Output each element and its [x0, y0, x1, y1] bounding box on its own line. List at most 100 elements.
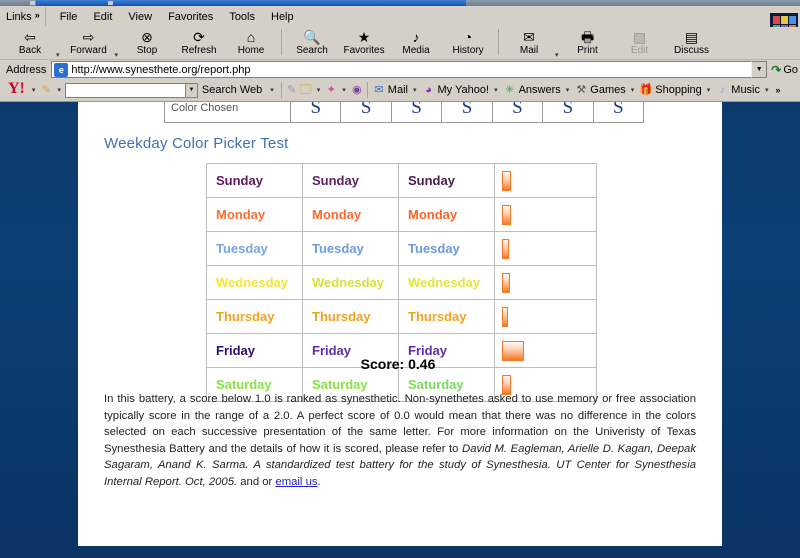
table-row: Tuesday Tuesday Tuesday [206, 231, 597, 266]
difference-bar-cell [494, 299, 597, 334]
address-dropdown-button[interactable]: ▼ [751, 61, 768, 78]
yahoo-toolbar-item-answers[interactable]: ✳ Answers [502, 83, 562, 97]
score-label: Score: 0.46 [360, 356, 436, 372]
chevron-down-icon[interactable]: ▾ [703, 86, 715, 94]
favorites-icon: ★ [357, 29, 371, 45]
toolbar-button-favorites[interactable]: ★ Favorites [338, 27, 390, 56]
menu-item-tools[interactable]: Tools [221, 9, 263, 25]
links-button[interactable]: Links » [0, 7, 46, 26]
yahoo-toolbar-item-mail[interactable]: ✉ Mail [371, 83, 409, 97]
yahoo-toolbar-item-label: My Yahoo! [437, 84, 490, 96]
mail-icon: ✉ [523, 29, 535, 45]
toolbar-button-label: Refresh [181, 45, 217, 56]
toolbar-button-label: Edit [630, 45, 649, 56]
yahoo-logo-icon[interactable]: Y! [0, 81, 28, 97]
weekday-cell: Tuesday [302, 231, 399, 266]
chevron-down-icon[interactable]: ▾ [627, 86, 639, 94]
toolbar-button-stop[interactable]: ⊗ Stop [121, 27, 173, 56]
pencil-icon[interactable]: ✎ [39, 83, 53, 97]
toolbar-button-back[interactable]: ⇦ Back [4, 27, 56, 56]
toolbar-button-media[interactable]: ♪ Media [390, 27, 442, 56]
chevron-down-icon[interactable]: ▾ [53, 86, 65, 94]
letter-cell: S [592, 101, 645, 123]
answers-icon: ✳ [504, 83, 515, 96]
shield-icon[interactable]: ◉ [350, 83, 364, 97]
toolbar-button-label: Forward [70, 45, 107, 56]
difference-bar [502, 170, 511, 191]
toolbar-button-refresh[interactable]: ⟳ Refresh [173, 27, 225, 56]
popup-blocker-icon[interactable]: 🗔 [299, 83, 313, 97]
weekday-cell: Tuesday [206, 231, 303, 266]
toolbar-separator [498, 29, 500, 55]
stop-icon: ⊗ [141, 29, 153, 45]
address-input[interactable]: e http://www.synesthete.org/report.php [51, 61, 752, 78]
menu-item-file[interactable]: File [52, 9, 86, 25]
shopping-icon: 🎁 [639, 83, 654, 96]
discuss-icon: ▤ [684, 29, 699, 45]
weekday-cell: Monday [206, 197, 303, 232]
highlighter-icon[interactable]: ✎ [285, 83, 299, 97]
difference-bar-cell [494, 197, 597, 232]
yahoo-toolbar-item-label: Mail [387, 84, 408, 96]
menu-item-favorites[interactable]: Favorites [160, 9, 221, 25]
blurb-part2: and or [237, 475, 276, 488]
table-row: Thursday Thursday Thursday [206, 299, 597, 334]
go-button[interactable]: ↷ Go [771, 63, 800, 77]
toolbar-button-forward[interactable]: ⇨ Forward [63, 27, 115, 56]
weekday-cell: Sunday [302, 163, 399, 198]
yahoo-toolbar-item-myyahoo[interactable]: ◕ My Yahoo! [420, 83, 490, 97]
address-url-text: http://www.synesthete.org/report.php [71, 63, 251, 76]
toolbar-button-discuss[interactable]: ▤ Discuss [666, 27, 718, 56]
menu-item-edit[interactable]: Edit [85, 9, 120, 25]
chevron-down-icon[interactable]: ▾ [490, 86, 502, 94]
search-web-button[interactable]: Search Web [198, 84, 266, 96]
email-us-link[interactable]: email us [275, 476, 317, 488]
difference-bar-cell [494, 265, 597, 300]
weekday-cell: Tuesday [398, 231, 495, 266]
weekday-cell: Sunday [206, 163, 303, 198]
toolbar-button-label: Print [577, 45, 598, 56]
screen: Color Chosen S S S S S S S Weekday Color… [0, 0, 800, 558]
anti-spy-icon[interactable]: ✦ [324, 83, 338, 97]
toolbar-button-edit: ▧ Edit [614, 27, 666, 56]
explanation-text: In this battery, a score below 1.0 is ra… [104, 391, 696, 490]
print-icon: 🖶 [580, 29, 595, 45]
search-icon: 🔍 [303, 29, 321, 45]
color-chosen-label: Color Chosen [163, 101, 292, 123]
toolbar-button-home[interactable]: ⌂ Home [225, 27, 277, 56]
toolbar-button-label: Search [296, 45, 328, 56]
toolbar-button-print[interactable]: 🖶 Print [562, 27, 614, 56]
menu-item-help[interactable]: Help [263, 9, 302, 25]
chevron-down-icon[interactable]: ▾ [409, 86, 421, 94]
menu-item-view[interactable]: View [120, 9, 160, 25]
toolbar-button-history[interactable]: ◔ History [442, 27, 494, 56]
chevron-down-icon[interactable]: ▾ [761, 86, 773, 94]
chevron-down-icon[interactable]: ▾ [313, 86, 325, 94]
yahoo-toolbar-item-shopping[interactable]: 🎁 Shopping [638, 83, 703, 97]
table-row: Sunday Sunday Sunday [206, 163, 597, 198]
toolbar-button-label: History [452, 45, 484, 56]
edit-icon: ▧ [632, 29, 647, 45]
toolbar-button-search[interactable]: 🔍 Search [286, 27, 338, 56]
music-icon: ♪ [719, 83, 726, 96]
chevron-down-icon[interactable]: ▾ [338, 86, 350, 94]
color-chosen-table: Color Chosen S S S S S S S [163, 101, 645, 123]
envelope-icon: ✉ [374, 83, 384, 96]
chevron-down-icon[interactable]: ▾ [28, 86, 40, 94]
yahoo-toolbar-item-games[interactable]: ⚒ Games [573, 83, 626, 97]
yahoo-search-input[interactable] [64, 82, 185, 98]
weekday-cell: Wednesday [302, 265, 399, 300]
yahoo-toolbar-separator [280, 82, 282, 98]
toolbar-button-mail[interactable]: ✉ Mail [503, 27, 555, 56]
chevron-double-right-icon[interactable]: » [773, 85, 784, 95]
difference-bar [502, 272, 510, 293]
yahoo-toolbar-item-music[interactable]: ♪ Music [714, 83, 761, 97]
page-right-margin [718, 101, 722, 546]
yahoo-search-dropdown[interactable]: ▼ [184, 82, 198, 98]
blurb-part3: . [317, 475, 321, 488]
chevron-double-right-icon: » [34, 9, 40, 20]
home-icon: ⌂ [246, 29, 256, 45]
address-label: Address [6, 63, 47, 76]
chevron-down-icon[interactable]: ▾ [562, 86, 574, 94]
chevron-down-icon[interactable]: ▾ [266, 86, 278, 94]
